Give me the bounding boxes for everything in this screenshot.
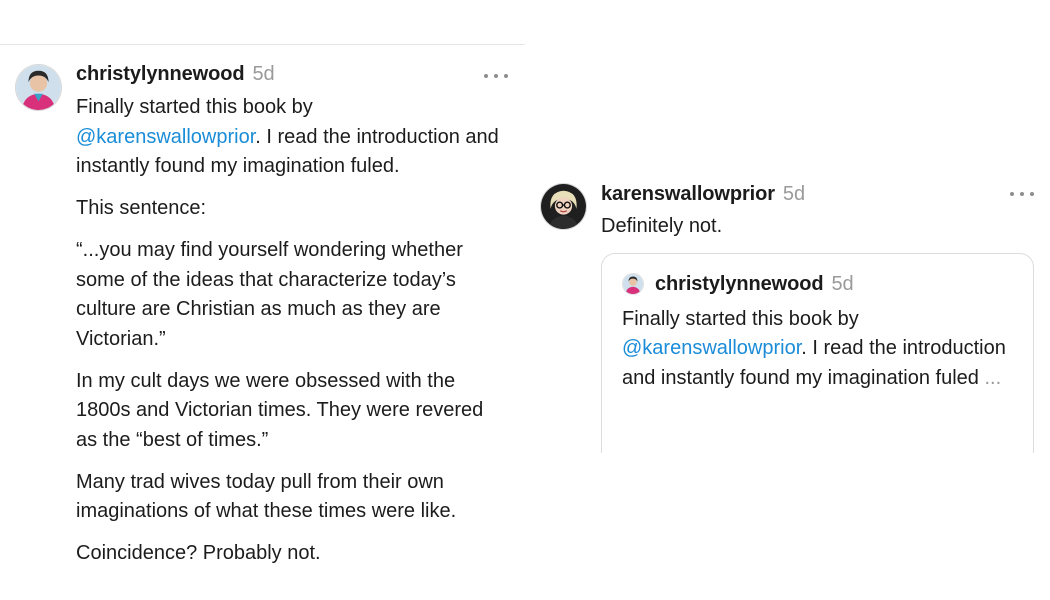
post-author[interactable]: christylynnewood (76, 63, 245, 86)
post-quote-paragraph: “...you may find yourself wondering whet… (76, 239, 463, 350)
quoted-mention-link[interactable]: @karenswallowprior (622, 337, 801, 359)
reply-text: Definitely not. (601, 215, 723, 237)
more-icon[interactable] (484, 68, 508, 84)
christylynnewood-avatar[interactable] (15, 64, 62, 111)
reply-header: karenswallowprior 5d (601, 183, 805, 206)
post-paragraph: Many trad wives today pull from their ow… (76, 470, 457, 523)
quoted-author-avatar[interactable] (622, 273, 644, 295)
post-timestamp[interactable]: 5d (252, 63, 274, 86)
quoted-text: Finally started this book by @karenswallo… (622, 308, 1006, 389)
quoted-post-card[interactable]: christylynnewood 5d Finally started this… (601, 253, 1034, 453)
post-text: Finally started this book by @karenswallo… (76, 93, 506, 581)
post-paragraph: Coincidence? Probably not. (76, 542, 321, 564)
quoted-header: christylynnewood 5d (655, 273, 854, 296)
post-paragraph: This sentence: (76, 197, 207, 219)
post-paragraph: In my cult days we were obsessed with th… (76, 369, 484, 451)
reply-author[interactable]: karenswallowprior (601, 183, 775, 206)
mention-link[interactable]: @karenswallowprior (76, 126, 255, 148)
reply-more-icon[interactable] (1010, 186, 1034, 202)
truncation-ellipsis: ... (984, 366, 1002, 389)
karenswallowprior-avatar[interactable] (540, 183, 587, 230)
post-header: christylynnewood 5d (76, 63, 275, 86)
post-paragraph: Finally started this book by @karenswallo… (76, 96, 499, 177)
quoted-timestamp[interactable]: 5d (831, 273, 853, 296)
quoted-author[interactable]: christylynnewood (655, 273, 824, 296)
screenshot: christylynnewood 5d Finally started this… (0, 0, 1050, 600)
reply-timestamp[interactable]: 5d (783, 183, 805, 206)
divider (0, 44, 525, 45)
original-post: christylynnewood 5d Finally started this… (0, 0, 525, 600)
